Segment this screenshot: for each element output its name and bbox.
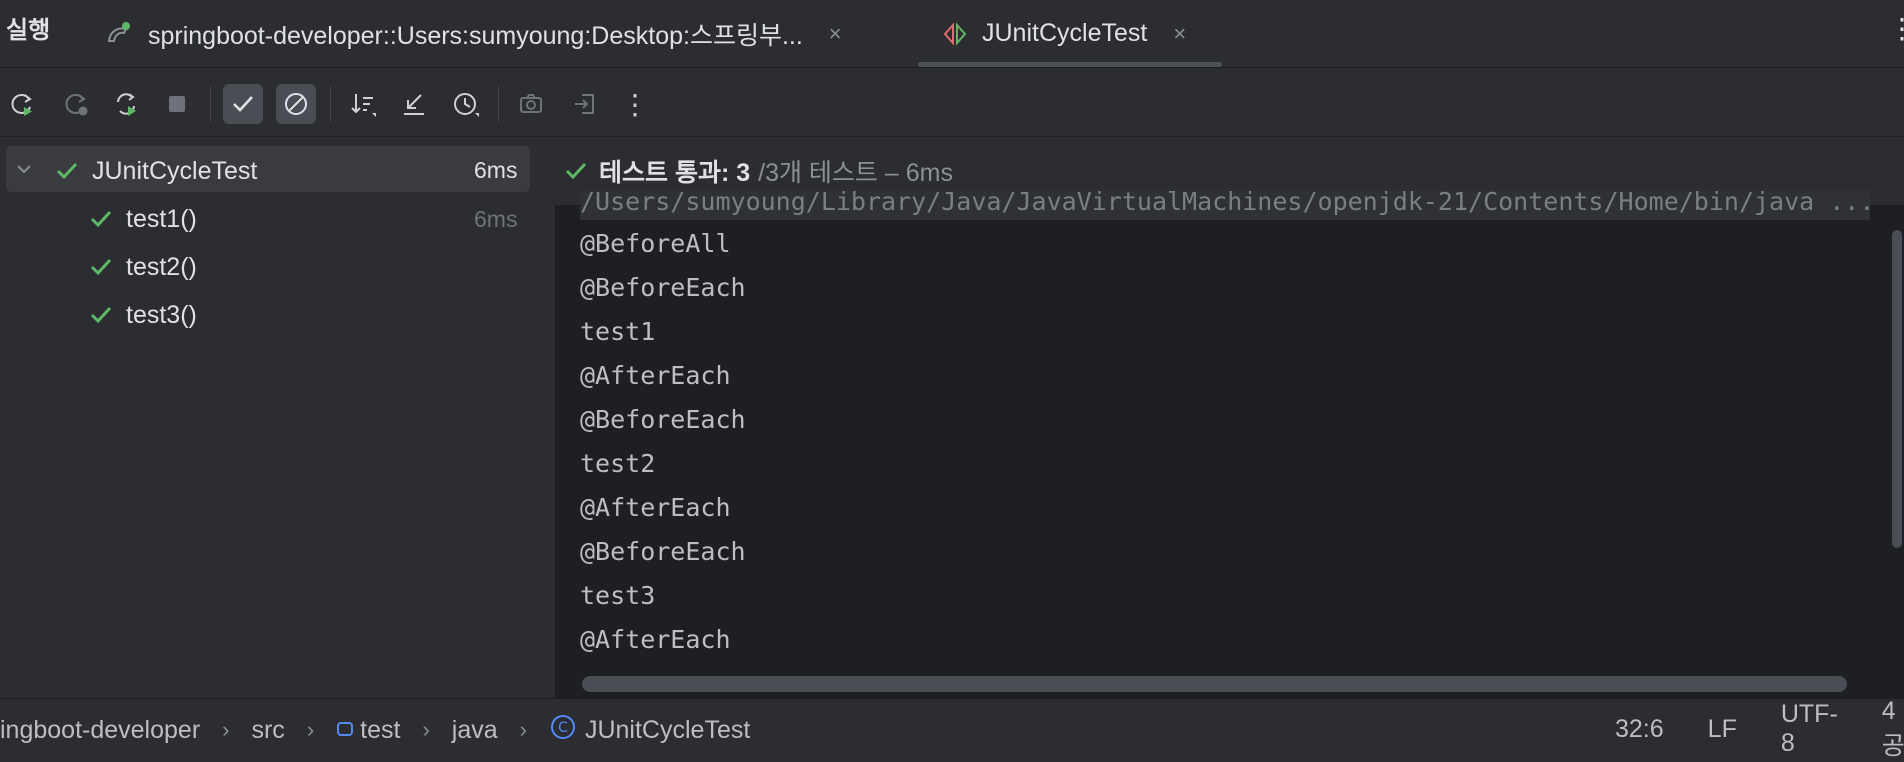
- console-line: test3: [580, 581, 656, 610]
- test-method-label: test2(): [126, 252, 197, 281]
- run-tool-window-title: 실행: [6, 17, 51, 44]
- breadcrumb-separator: ›: [222, 717, 230, 742]
- screenshot-icon[interactable]: [511, 84, 551, 124]
- more-icon[interactable]: ⋮: [615, 84, 655, 124]
- check-icon: [88, 206, 114, 232]
- breadcrumb-separator: ›: [422, 717, 430, 742]
- check-icon: [88, 302, 114, 328]
- console-line: @AfterEach: [580, 361, 731, 390]
- class-icon: C: [549, 713, 577, 748]
- show-ignored-icon[interactable]: [276, 84, 316, 124]
- junit-icon: [940, 19, 970, 49]
- toolbar-separator: [210, 86, 211, 122]
- file-encoding[interactable]: UTF-8: [1781, 700, 1838, 758]
- breadcrumb-src[interactable]: src: [251, 716, 284, 745]
- breadcrumb-class[interactable]: JUnitCycleTest: [585, 716, 750, 745]
- check-icon: [54, 158, 80, 184]
- chevron-down-icon[interactable]: [14, 159, 34, 184]
- test-method-label: test3(): [126, 300, 197, 329]
- console-output[interactable]: [555, 205, 1904, 698]
- tab-junit-cycle-test[interactable]: JUnitCycleTest ×: [940, 0, 1186, 67]
- test-tree-panel: [0, 137, 554, 698]
- console-line: @BeforeEach: [580, 537, 746, 566]
- tree-node-junit-cycle-test[interactable]: JUnitCycleTest: [14, 151, 257, 191]
- breadcrumb-test[interactable]: test: [360, 716, 400, 745]
- console-line: @AfterEach: [580, 493, 731, 522]
- test-duration: 6ms: [474, 206, 518, 232]
- cursor-position[interactable]: 32:6: [1615, 715, 1664, 744]
- console-command-line: /Users/sumyoung/Library/Java/JavaVirtual…: [580, 190, 1870, 220]
- test-duration: 6ms: [474, 157, 518, 183]
- console-line: @AfterEach: [580, 625, 731, 654]
- vertical-scrollbar[interactable]: [1892, 230, 1902, 548]
- collapse-icon[interactable]: [394, 84, 434, 124]
- tree-node-test3[interactable]: test3(): [88, 295, 197, 335]
- breadcrumb-separator: ›: [519, 717, 527, 742]
- show-passed-icon[interactable]: [223, 84, 263, 124]
- check-icon: [563, 158, 589, 184]
- tab-run-configuration[interactable]: springboot-developer::Users:sumyoung:Des…: [104, 0, 842, 67]
- tree-node-test1[interactable]: test1(): [88, 199, 197, 239]
- tests-summary-label: /3개 테스트 – 6ms: [758, 159, 953, 187]
- tab-label: springboot-developer::Users:sumyoung:Des…: [148, 21, 803, 50]
- active-tab-indicator: [918, 62, 1222, 67]
- close-icon[interactable]: ×: [1173, 21, 1186, 47]
- sort-icon[interactable]: [343, 84, 383, 124]
- status-bar-right: 32:6 LF UTF-8 4공: [1615, 697, 1904, 762]
- horizontal-scrollbar[interactable]: [582, 676, 1847, 692]
- close-icon[interactable]: ×: [829, 21, 842, 47]
- line-ending[interactable]: LF: [1708, 715, 1737, 744]
- rerun-icon[interactable]: [2, 84, 42, 124]
- toolbar-separator: [498, 86, 499, 122]
- toolbar-separator: [330, 86, 331, 122]
- console-line: @BeforeAll: [580, 229, 731, 258]
- tree-node-test2[interactable]: test2(): [88, 247, 197, 287]
- svg-text:C: C: [558, 720, 568, 736]
- check-icon: [88, 254, 114, 280]
- breadcrumb-project[interactable]: ingboot-developer: [0, 716, 200, 745]
- export-icon[interactable]: [565, 84, 605, 124]
- console-line: @BeforeEach: [580, 273, 746, 302]
- tab-label: JUnitCycleTest: [982, 19, 1148, 47]
- console-line: @BeforeEach: [580, 405, 746, 434]
- rerun-failed-icon[interactable]: [56, 84, 96, 124]
- console-lines: @BeforeAll @BeforeEach test1 @AfterEach …: [580, 222, 746, 662]
- stop-icon[interactable]: [157, 84, 197, 124]
- console-line: test2: [580, 449, 656, 478]
- breadcrumb-java[interactable]: java: [452, 716, 498, 745]
- test-class-label: JUnitCycleTest: [92, 156, 258, 185]
- history-icon[interactable]: [446, 84, 486, 124]
- indent-setting[interactable]: 4공: [1882, 697, 1904, 762]
- test-method-label: test1(): [126, 204, 197, 233]
- toggle-auto-test-icon[interactable]: [106, 84, 146, 124]
- console-line: test1: [580, 317, 656, 346]
- spring-boot-icon: [104, 19, 134, 49]
- breadcrumb-separator: ›: [306, 717, 315, 742]
- folder-icon: [336, 716, 354, 745]
- tests-passed-label: 테스트 통과: 3: [599, 159, 751, 187]
- more-options-icon[interactable]: ⋮: [1888, 12, 1904, 45]
